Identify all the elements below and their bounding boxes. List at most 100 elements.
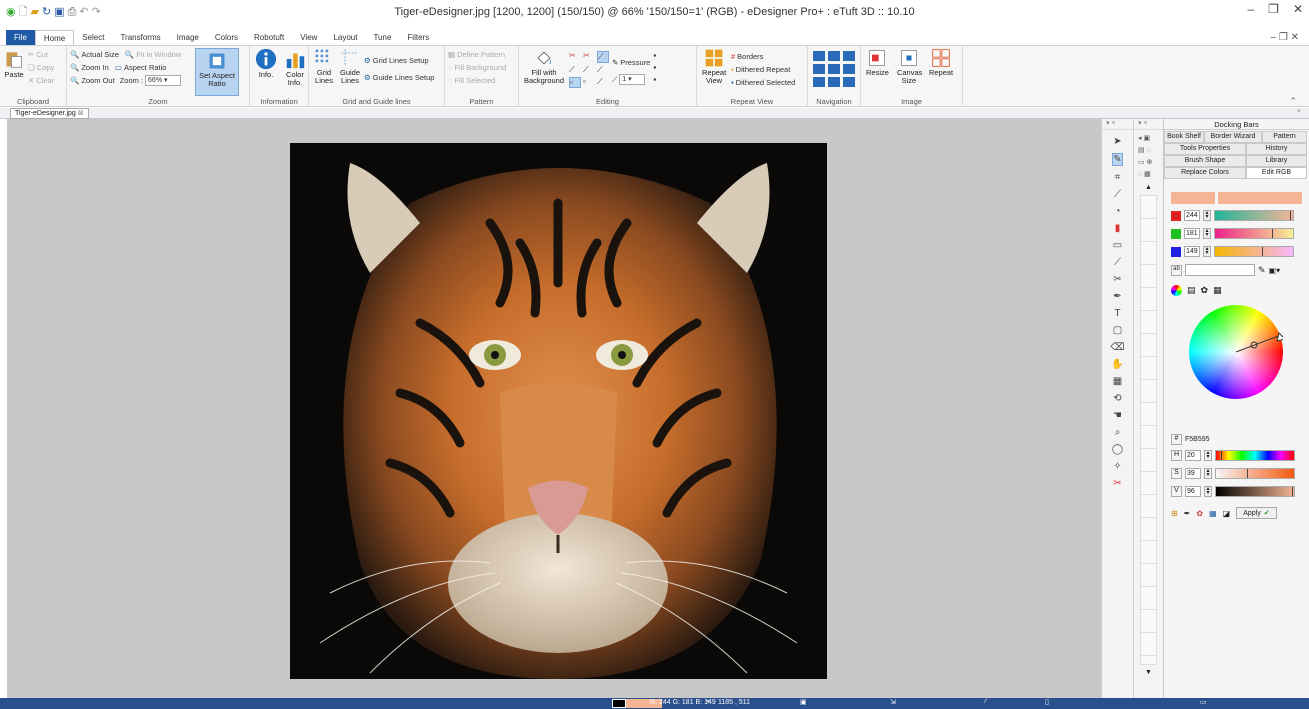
nav-bottom-left-icon[interactable]	[813, 77, 825, 87]
tab-border-wizard[interactable]: Border Wizard	[1204, 131, 1262, 143]
red-value[interactable]: 244	[1184, 210, 1200, 221]
grid-mode-icon[interactable]: ▦	[1213, 285, 1222, 296]
layer-tools-icons[interactable]: ◂ ▣ ▤ ◌ ▭ ⊕ ◌ ▦	[1138, 133, 1159, 181]
color-tool-icon[interactable]: ▮	[1115, 223, 1121, 234]
copy-button[interactable]: ❏ Copy	[28, 61, 54, 74]
doc-strip-close-icon[interactable]: ×	[1297, 108, 1301, 115]
zoom-in-button[interactable]: 🔍 Zoom In	[70, 61, 109, 74]
ribbon-collapse-icon[interactable]: ⌃	[1289, 96, 1297, 107]
pattern-tool-icon[interactable]: ▦	[1113, 376, 1122, 387]
red-spin[interactable]: ▴ ▾	[1203, 210, 1211, 221]
scroll-up-icon[interactable]: ▲	[1134, 184, 1163, 191]
fill-with-background-button[interactable]: Fill with Background	[522, 48, 566, 88]
redo-icon[interactable]: ↷	[92, 6, 101, 18]
saturation-value[interactable]: 39	[1185, 468, 1201, 479]
tab-library[interactable]: Library	[1246, 155, 1307, 167]
borders-button[interactable]: # Borders	[731, 50, 795, 63]
tab-image[interactable]: Image	[169, 30, 207, 45]
pin-icon[interactable]: ▾ ×	[1106, 120, 1116, 127]
nav-bottom-right-icon[interactable]	[843, 77, 855, 87]
tab-layout[interactable]: Layout	[325, 30, 365, 45]
color-wheel-mode-icon[interactable]	[1171, 285, 1182, 296]
restore-icon[interactable]: ❐	[1268, 2, 1279, 16]
pointer-tool-icon[interactable]: ➤	[1113, 136, 1121, 147]
edit-tool-1-icon[interactable]: ✂	[569, 51, 581, 63]
cut-button[interactable]: ✂ Cut	[28, 48, 54, 61]
fill-tool-icon[interactable]: ◔	[1114, 206, 1120, 217]
color-wheel[interactable]	[1189, 305, 1283, 399]
red-slider[interactable]	[1214, 210, 1294, 221]
nav-top-right-icon[interactable]	[843, 51, 855, 61]
canvas-area[interactable]	[7, 119, 1101, 698]
hue-spin[interactable]: ▴ ▾	[1204, 450, 1212, 461]
fill-selected-button[interactable]: ◌ Fill Selected	[448, 74, 515, 87]
dithered-repeat-button[interactable]: ▪ Dithered Repeat	[731, 63, 795, 76]
dithered-selected-button[interactable]: ▪ Dithered Selected	[731, 76, 795, 89]
repeat-button[interactable]: Repeat	[927, 48, 955, 85]
tiger-image[interactable]	[290, 143, 827, 679]
pressure-button[interactable]: ✎ Pressure	[612, 56, 650, 69]
hue-slider[interactable]	[1215, 450, 1295, 461]
palette-mode-icon[interactable]: ▤	[1187, 285, 1196, 296]
clear-button[interactable]: ✕ Clear	[28, 74, 54, 87]
edit-swatch-icon[interactable]: ◪	[1223, 509, 1231, 518]
swatch-set-icon[interactable]: ✿	[1196, 509, 1203, 518]
tab-file[interactable]: File	[6, 30, 35, 45]
blue-spin[interactable]: ▴ ▾	[1203, 246, 1211, 257]
color-info-button[interactable]: Color Info.	[281, 48, 309, 87]
line-tool-icon[interactable]: ⟋	[1114, 257, 1121, 268]
tab-select[interactable]: Select	[74, 30, 112, 45]
nav-right-icon[interactable]	[843, 64, 855, 74]
value-spin[interactable]: ▴ ▾	[1204, 486, 1212, 497]
zoom-tool-icon[interactable]: ⌕	[1115, 427, 1121, 438]
value-slider[interactable]	[1215, 486, 1295, 497]
zoom-combo[interactable]: 66% ▾	[145, 75, 182, 86]
rectangle-tool-icon[interactable]: ▭	[1113, 240, 1122, 251]
grid-lines-setup-button[interactable]: ⚙ Grid Lines Setup	[364, 54, 434, 67]
scissors-tool-icon[interactable]: ✂	[1113, 274, 1121, 285]
tab-edit-rgb[interactable]: Edit RGB	[1246, 167, 1307, 179]
green-value[interactable]: 181	[1184, 228, 1200, 239]
tab-book-shelf[interactable]: Book Shelf	[1164, 131, 1204, 143]
hand-tool-icon[interactable]: ☚	[1113, 410, 1122, 421]
close-icon[interactable]: ✕	[1293, 2, 1303, 16]
mdi-minimize-icon[interactable]: –	[1271, 32, 1277, 43]
pick-color-icon[interactable]: ✒	[1184, 509, 1191, 518]
canvas-size-button[interactable]: Canvas Size	[895, 48, 923, 85]
text-tool-icon[interactable]: T	[1114, 308, 1120, 319]
edit-tool-5-icon[interactable]: ⟋	[583, 65, 595, 75]
transform-tool-icon[interactable]: ⟲	[1113, 393, 1121, 404]
tab-pattern[interactable]: Pattern	[1262, 131, 1307, 143]
mdi-close-icon[interactable]: ✕	[1291, 32, 1299, 43]
edit-tool-8-icon[interactable]: ▫	[583, 77, 595, 88]
tab-tune[interactable]: Tune	[365, 30, 399, 45]
name-dropdown-icon[interactable]: ▣▾	[1269, 266, 1281, 275]
tab-view[interactable]: View	[292, 30, 325, 45]
guide-lines-button[interactable]: Guide Lines	[338, 48, 362, 85]
eraser-tool-icon[interactable]: ⌫	[1110, 342, 1124, 353]
edit-tool-3-icon[interactable]: ⟋	[597, 51, 609, 63]
undo-icon[interactable]: ↶	[79, 6, 88, 18]
foreground-color-swatch[interactable]	[612, 699, 626, 708]
fill-background-button[interactable]: ◌ Fill Background	[448, 61, 515, 74]
tab-home[interactable]: Home	[34, 30, 75, 45]
green-spin[interactable]: ▴ ▾	[1203, 228, 1211, 239]
scroll-down-icon[interactable]: ▼	[1134, 669, 1163, 676]
document-tab[interactable]: Tiger-eDesigner.jpg ⊠	[10, 108, 89, 119]
crop-tool-icon[interactable]: ⌗	[1115, 172, 1121, 183]
edit-tool-6-icon[interactable]: ⟋	[597, 65, 609, 75]
wand-tool-icon[interactable]: ✧	[1113, 461, 1121, 472]
saturation-spin[interactable]: ▴ ▾	[1204, 468, 1212, 479]
edit-tool-7-icon[interactable]: ▫	[569, 77, 581, 88]
refresh-icon[interactable]: ↻	[42, 6, 51, 18]
fit-window-button[interactable]: 🔍 Fit in Window	[125, 48, 181, 61]
brush-size-combo[interactable]: 1 ▾	[619, 74, 646, 85]
tab-robotuft[interactable]: Robotuft	[246, 30, 292, 45]
tab-transforms[interactable]: Transforms	[112, 30, 168, 45]
brush-tool-icon[interactable]: ⟋	[1114, 189, 1121, 200]
clear-tool-icon[interactable]: ✂	[1113, 478, 1121, 489]
edit-tool-9-icon[interactable]: ⟋	[597, 77, 609, 88]
tab-history[interactable]: History	[1246, 143, 1307, 155]
aspect-ratio-button[interactable]: ▭ Aspect Ratio	[115, 61, 167, 74]
nav-top-left-icon[interactable]	[813, 51, 825, 61]
